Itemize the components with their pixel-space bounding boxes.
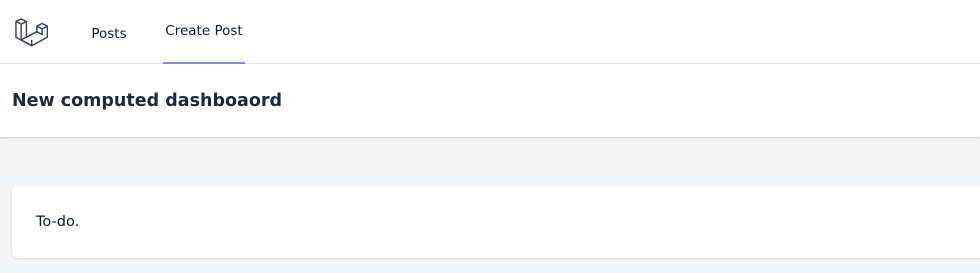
top-navigation: Posts Create Post bbox=[0, 0, 980, 64]
laravel-logo-icon[interactable] bbox=[14, 15, 48, 49]
nav-link-create-post[interactable]: Create Post bbox=[163, 0, 245, 64]
page-header: New computed dashboaord bbox=[0, 64, 980, 137]
content-card: To-do. bbox=[12, 186, 980, 258]
page-title: New computed dashboaord bbox=[12, 91, 282, 111]
nav-link-posts[interactable]: Posts bbox=[86, 0, 132, 64]
card-text: To-do. bbox=[36, 214, 80, 230]
